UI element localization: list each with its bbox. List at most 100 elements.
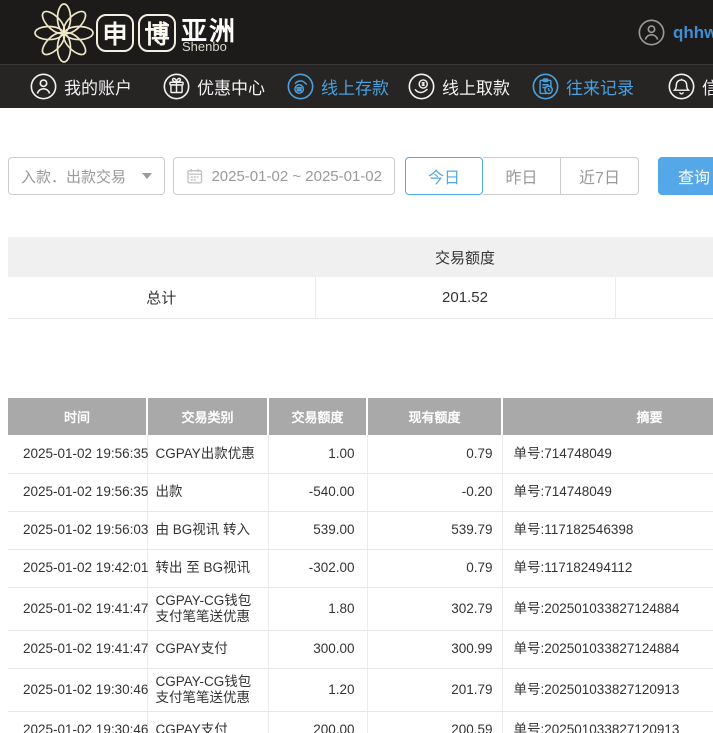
nav-label: 线上取款 — [442, 74, 510, 99]
quick-range-group: 今日 昨日 近7日 — [405, 157, 639, 195]
col-header-time: 时间 — [8, 398, 147, 435]
summary-header-amount: 交易额度 — [315, 237, 615, 277]
transaction-type-value: 入款．出款交易 — [21, 166, 126, 187]
cell-balance: 302.79 — [367, 587, 502, 630]
withdraw-coin-hand-icon — [408, 73, 435, 100]
transactions-table-wrapper: 时间 交易类别 交易额度 现有额度 摘要 2025-01-02 19:56:35… — [8, 398, 713, 733]
search-button[interactable]: 查询 — [658, 157, 713, 195]
gift-icon — [163, 73, 190, 100]
cell-memo: 单号:117182546398 — [502, 511, 713, 549]
cell-balance: 201.79 — [367, 668, 502, 711]
cell-amount: 539.00 — [268, 511, 367, 549]
brand-char-shen-text: 申 — [102, 15, 127, 51]
last7days-button[interactable]: 近7日 — [561, 157, 639, 195]
main-nav: 我的账户 优惠中心 线上存款 — [0, 65, 713, 108]
cell-type: CGPAY支付 — [147, 711, 268, 733]
table-header-row: 时间 交易类别 交易额度 现有额度 摘要 — [8, 398, 713, 435]
table-row: 2025-01-02 19:56:03 由 BG视讯 转入 539.00 539… — [8, 511, 713, 549]
bell-icon — [668, 73, 695, 100]
page: 申 博 亚洲 Shenbo qhhw 我的账户 — [0, 0, 713, 733]
username-label[interactable]: qhhw — [673, 23, 713, 43]
today-button[interactable]: 今日 — [405, 157, 483, 195]
cell-type: 出款 — [147, 473, 268, 511]
nav-item-my-account[interactable]: 我的账户 — [30, 65, 132, 108]
cell-time: 2025-01-02 19:42:01 — [8, 549, 147, 587]
calendar-icon — [186, 167, 203, 185]
cell-balance: 300.99 — [367, 630, 502, 668]
cell-memo: 单号:202501033827124884 — [502, 587, 713, 630]
cell-time: 2025-01-02 19:30:46 — [8, 668, 147, 711]
app-header: 申 博 亚洲 Shenbo qhhw — [0, 0, 713, 65]
cell-time: 2025-01-02 19:30:46 — [8, 711, 147, 733]
table-row: 2025-01-02 19:30:46 CGPAY-CG钱包支付笔笔送优惠 1.… — [8, 668, 713, 711]
cell-balance: 539.79 — [367, 511, 502, 549]
person-icon — [30, 73, 57, 100]
cell-amount: 1.20 — [268, 668, 367, 711]
summary-header-row: 交易额度 — [8, 237, 713, 277]
cell-memo: 单号:714748049 — [502, 473, 713, 511]
brand-latin-label: Shenbo — [182, 39, 227, 54]
table-row: 2025-01-02 19:41:47 CGPAY支付 300.00 300.9… — [8, 630, 713, 668]
cell-memo: 单号:202501033827120913 — [502, 668, 713, 711]
summary-header-empty — [8, 237, 315, 277]
col-header-balance: 现有额度 — [367, 398, 502, 435]
cell-type: CGPAY-CG钱包支付笔笔送优惠 — [147, 668, 268, 711]
summary-table: 交易额度 总计 201.52 — [8, 237, 713, 319]
date-range-input[interactable]: 2025-01-02 ~ 2025-01-02 — [173, 157, 395, 195]
cell-balance: 0.79 — [367, 549, 502, 587]
nav-item-online-deposit[interactable]: 线上存款 — [287, 65, 389, 108]
cell-amount: -540.00 — [268, 473, 367, 511]
brand-char-shen: 申 — [96, 14, 134, 52]
cell-memo: 单号:714748049 — [502, 435, 713, 473]
nav-label: 优惠中心 — [197, 74, 265, 99]
filter-bar: 入款．出款交易 2025-01-02 ~ 2025-01-02 今日 昨日 近7… — [0, 157, 713, 195]
col-header-type: 交易类别 — [147, 398, 268, 435]
cell-type: CGPAY-CG钱包支付笔笔送优惠 — [147, 587, 268, 630]
nav-item-transaction-records[interactable]: 往来记录 — [532, 65, 634, 108]
cell-time: 2025-01-02 19:41:47 — [8, 630, 147, 668]
account-menu[interactable]: qhhw — [638, 19, 713, 46]
table-row: 2025-01-02 19:56:35 CGPAY出款优惠 1.00 0.79 … — [8, 435, 713, 473]
nav-item-messages[interactable]: 信 — [668, 65, 713, 108]
cell-type: 由 BG视讯 转入 — [147, 511, 268, 549]
cell-amount: 300.00 — [268, 630, 367, 668]
cell-memo: 单号:117182494112 — [502, 549, 713, 587]
transaction-type-select[interactable]: 入款．出款交易 — [8, 157, 165, 195]
table-row: 2025-01-02 19:30:46 CGPAY支付 200.00 200.5… — [8, 711, 713, 733]
cell-amount: 1.00 — [268, 435, 367, 473]
nav-item-promotions[interactable]: 优惠中心 — [163, 65, 265, 108]
cell-type: CGPAY支付 — [147, 630, 268, 668]
summary-empty-cell — [615, 277, 713, 318]
nav-label: 我的账户 — [64, 74, 132, 99]
nav-label: 往来记录 — [566, 74, 634, 99]
table-row: 2025-01-02 19:42:01 转出 至 BG视讯 -302.00 0.… — [8, 549, 713, 587]
col-header-amount: 交易额度 — [268, 398, 367, 435]
cell-balance: -0.20 — [367, 473, 502, 511]
cell-amount: -302.00 — [268, 549, 367, 587]
yesterday-button[interactable]: 昨日 — [483, 157, 561, 195]
cell-time: 2025-01-02 19:56:35 — [8, 473, 147, 511]
nav-label: 信 — [702, 74, 713, 99]
nav-label: 线上存款 — [321, 74, 389, 99]
deposit-coin-hand-icon — [287, 73, 314, 100]
date-range-value: 2025-01-02 ~ 2025-01-02 — [211, 168, 382, 185]
chevron-down-icon — [142, 173, 152, 179]
nav-item-online-withdrawal[interactable]: 线上取款 — [408, 65, 510, 108]
cell-memo: 单号:202501033827124884 — [502, 630, 713, 668]
table-row: 2025-01-02 19:56:35 出款 -540.00 -0.20 单号:… — [8, 473, 713, 511]
cell-time: 2025-01-02 19:56:35 — [8, 435, 147, 473]
records-clipboard-icon — [532, 73, 559, 100]
cell-time: 2025-01-02 19:41:47 — [8, 587, 147, 630]
table-row: 2025-01-02 19:41:47 CGPAY-CG钱包支付笔笔送优惠 1.… — [8, 587, 713, 630]
summary-total-value: 201.52 — [315, 277, 615, 318]
cell-time: 2025-01-02 19:56:03 — [8, 511, 147, 549]
cell-type: 转出 至 BG视讯 — [147, 549, 268, 587]
col-header-memo: 摘要 — [502, 398, 713, 435]
brand-char-bo: 博 — [138, 14, 176, 52]
lotus-logo-icon — [28, 2, 100, 64]
brand-char-bo-text: 博 — [144, 15, 169, 51]
user-avatar-icon — [638, 19, 665, 46]
summary-header-empty — [615, 237, 713, 277]
cell-amount: 1.80 — [268, 587, 367, 630]
summary-total-label: 总计 — [8, 277, 315, 318]
